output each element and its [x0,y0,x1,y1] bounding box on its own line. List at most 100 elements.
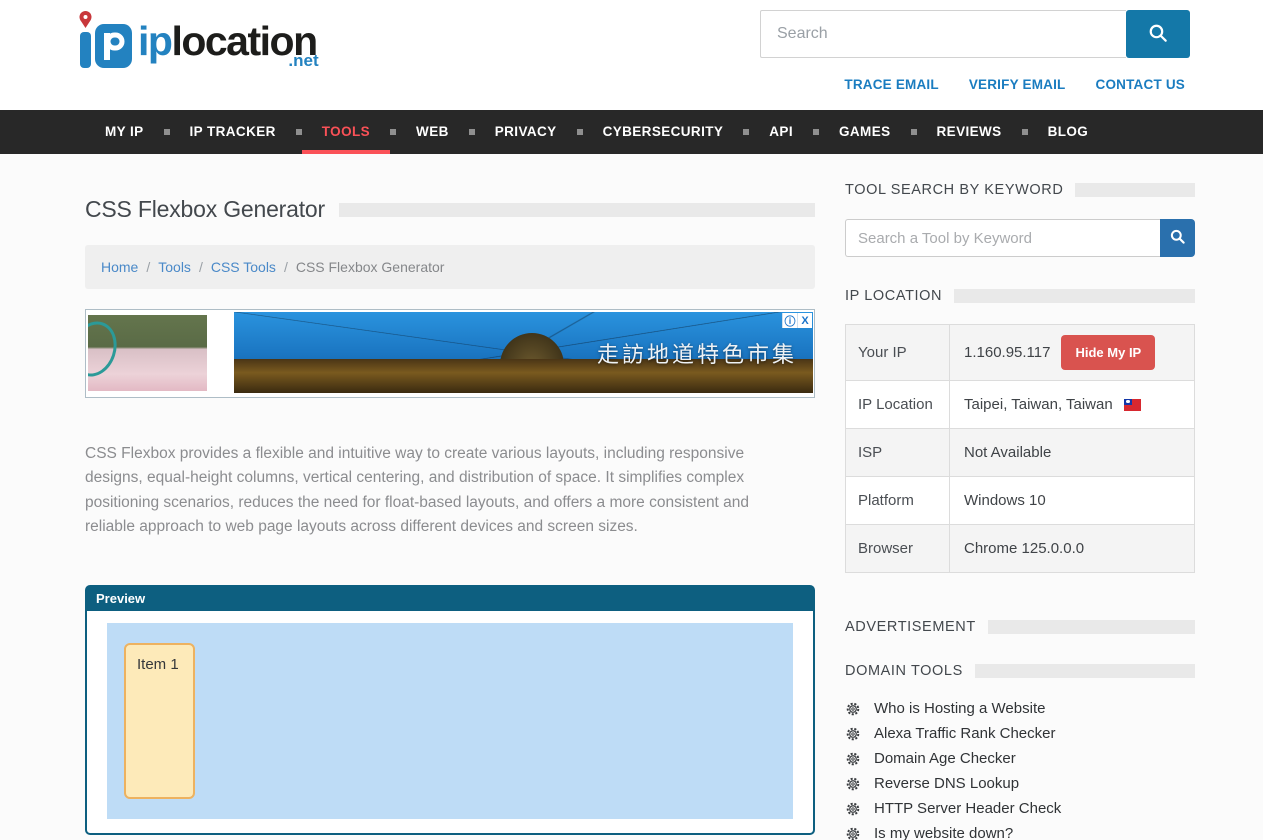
site-logo[interactable]: iplocation .net [78,10,317,82]
domain-tool-http-server-header-check[interactable]: HTTP Server Header Check [845,800,1195,817]
breadcrumb-separator: / [146,259,150,275]
header-search-input[interactable] [760,10,1126,58]
domain-tool-domain-age-checker[interactable]: Domain Age Checker [845,750,1195,767]
site-header: iplocation .net TRACE EMAIL VERIFY EMAIL C… [0,0,1263,110]
header-link-contact-us[interactable]: CONTACT US [1096,77,1186,92]
nav-item-games[interactable]: GAMES [819,110,911,154]
gear-icon [845,801,861,817]
ip-row-value: Chrome 125.0.0.0 [949,525,1194,572]
header-link-verify-email[interactable]: VERIFY EMAIL [969,77,1066,92]
ip-row-value-text: 1.160.95.117 [964,344,1050,361]
nav-item-reviews[interactable]: REVIEWS [917,110,1022,154]
ad-close-icon[interactable]: X [797,313,812,328]
title-decor-bar [339,203,815,217]
logo-net-suffix: .net [288,30,318,92]
gear-icon [845,776,861,792]
header-link-trace-email[interactable]: TRACE EMAIL [844,77,938,92]
nav-item-api[interactable]: API [749,110,813,154]
ad-banner[interactable]: 走訪地道特色市集 ⓘ X [85,309,815,398]
ip-table-row-ip-location: IP Location Taipei, Taiwan, Taiwan [846,380,1194,428]
ip-table-row-isp: ISPNot Available [846,428,1194,476]
ip-row-label: Your IP [846,325,949,380]
ad-caption: 走訪地道特色市集 [597,337,797,369]
breadcrumb-home[interactable]: Home [101,259,138,275]
search-icon [1147,22,1169,47]
breadcrumb: Home / Tools / CSS Tools / CSS Flexbox Generat… [85,245,815,289]
page-title: CSS Flexbox Generator [85,196,325,223]
gear-icon [845,751,861,767]
tool-search-heading: TOOL SEARCH BY KEYWORD [845,182,1195,198]
tool-search-button[interactable] [1160,219,1195,257]
ip-location-table: Your IP 1.160.95.117 Hide My IP IP Location… [845,324,1195,573]
sidebar: TOOL SEARCH BY KEYWORD IP LOCATION Your … [845,182,1195,840]
tool-description: CSS Flexbox provides a flexible and intu… [85,442,797,539]
nav-item-tools[interactable]: TOOLS [302,110,390,154]
breadcrumb-tools[interactable]: Tools [158,259,191,275]
domain-tool-reverse-dns-lookup[interactable]: Reverse DNS Lookup [845,775,1195,792]
title-row: CSS Flexbox Generator [85,196,815,223]
ip-row-value: Taipei, Taiwan, Taiwan [949,381,1194,428]
ip-row-value-text: Chrome 125.0.0.0 [964,540,1084,557]
domain-tools-heading: DOMAIN TOOLS [845,663,1195,679]
domain-tool-who-is-hosting-a-website[interactable]: Who is Hosting a Website [845,700,1195,717]
ip-row-value-text: Windows 10 [964,492,1046,509]
breadcrumb-separator: / [199,259,203,275]
domain-tool-label: Is my website down? [874,825,1013,840]
ip-table-row-platform: PlatformWindows 10 [846,476,1194,524]
search-icon [1169,228,1186,248]
hide-my-ip-button[interactable]: Hide My IP [1061,335,1155,370]
preview-panel-header: Preview [87,587,813,611]
domain-tools-heading-label: DOMAIN TOOLS [845,663,963,679]
domain-tool-label: Alexa Traffic Rank Checker [874,725,1055,742]
ip-row-label: IP Location [846,381,949,428]
ip-table-row-browser: BrowserChrome 125.0.0.0 [846,524,1194,572]
nav-item-my-ip[interactable]: MY IP [85,110,164,154]
gear-icon [845,826,861,840]
main-nav: MY IPIP TRACKERTOOLSWEBPRIVACYCYBERSECUR… [0,110,1263,154]
header-search-button[interactable] [1126,10,1190,58]
ip-table-row-your-ip: Your IP 1.160.95.117 Hide My IP [846,325,1194,380]
tool-search [845,219,1195,257]
breadcrumb-css-tools[interactable]: CSS Tools [211,259,276,275]
nav-item-cybersecurity[interactable]: CYBERSECURITY [583,110,744,154]
domain-tool-label: Domain Age Checker [874,750,1016,767]
nav-item-web[interactable]: WEB [396,110,469,154]
domain-tool-is-my-website-down[interactable]: Is my website down? [845,825,1195,840]
nav-item-privacy[interactable]: PRIVACY [475,110,577,154]
header-links: TRACE EMAIL VERIFY EMAIL CONTACT US [844,77,1185,92]
flex-item-item-1[interactable]: Item 1 [124,643,195,799]
nav-item-ip-tracker[interactable]: IP TRACKER [170,110,296,154]
ip-location-heading: IP LOCATION [845,288,1195,304]
main-column: CSS Flexbox Generator Home / Tools / CSS Too… [85,182,815,840]
domain-tool-label: Reverse DNS Lookup [874,775,1019,792]
heading-decor-bar [975,664,1195,678]
heading-decor-bar [988,620,1195,634]
preview-panel: Preview Item 1 [85,585,815,835]
gear-icon [845,701,861,717]
ip-row-value: Not Available [949,429,1194,476]
breadcrumb-separator: / [284,259,288,275]
ip-location-heading-label: IP LOCATION [845,288,942,304]
domain-tools-list: Who is Hosting a Website Alexa Traffic Ra… [845,700,1195,840]
domain-tool-label: HTTP Server Header Check [874,800,1061,817]
tool-search-heading-label: TOOL SEARCH BY KEYWORD [845,182,1063,198]
ip-row-value-text: Taipei, Taiwan, Taiwan [964,396,1113,413]
page: iplocation .net TRACE EMAIL VERIFY EMAIL C… [0,0,1263,840]
flex-preview-container: Item 1 [107,623,793,819]
ad-info-icon[interactable]: ⓘ [782,313,797,328]
breadcrumb-css-flexbox-generator: CSS Flexbox Generator [296,259,445,275]
gear-icon [845,726,861,742]
ad-right-image: 走訪地道特色市集 ⓘ X [234,312,813,393]
ip-row-value: 1.160.95.117 Hide My IP [949,325,1194,380]
content: CSS Flexbox Generator Home / Tools / CSS Too… [0,154,1263,840]
taiwan-flag-icon [1124,399,1141,411]
logo-word-ip: ip [138,18,171,64]
logo-wordmark: iplocation .net [138,10,317,82]
ad-corner-icons: ⓘ X [782,313,812,328]
domain-tool-alexa-traffic-rank-checker[interactable]: Alexa Traffic Rank Checker [845,725,1195,742]
nav-item-blog[interactable]: BLOG [1028,110,1109,154]
advertisement-heading: ADVERTISEMENT [845,619,1195,635]
advertisement-heading-label: ADVERTISEMENT [845,619,976,635]
logo-pin-icon [78,10,134,79]
tool-search-input[interactable] [845,219,1160,257]
